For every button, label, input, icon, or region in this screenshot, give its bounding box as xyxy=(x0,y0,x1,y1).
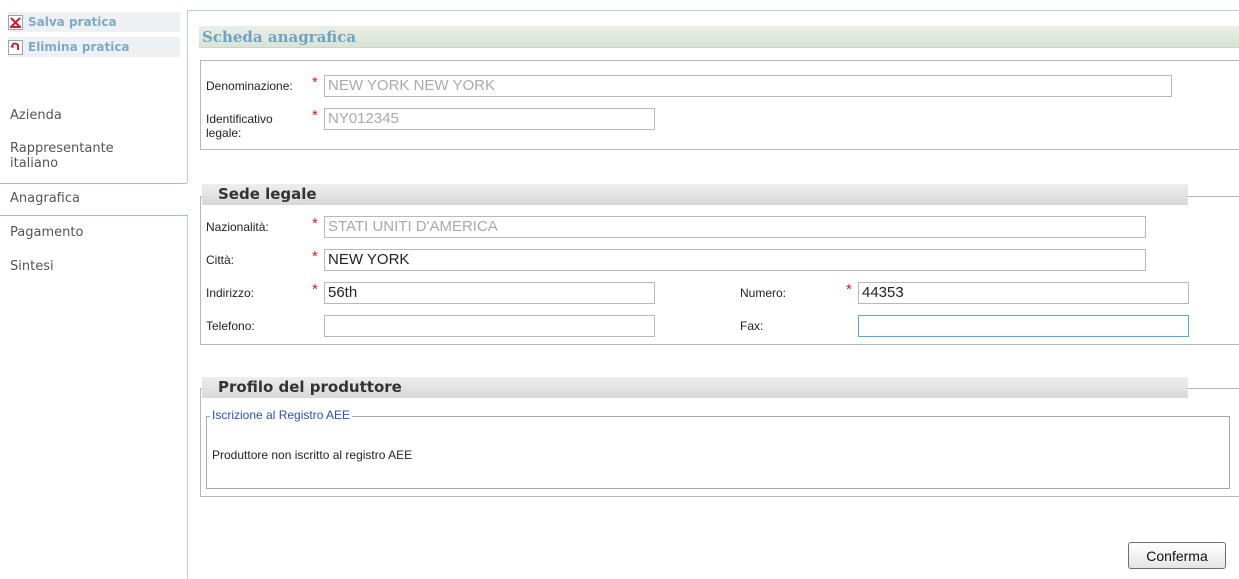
save-practice-label: Salva pratica xyxy=(28,15,117,29)
confirm-button[interactable]: Conferma xyxy=(1128,542,1226,569)
delete-practice-button[interactable]: Elimina pratica xyxy=(8,37,180,57)
registro-status-text: Produttore non iscritto al registro AEE xyxy=(212,448,413,462)
delete-practice-label: Elimina pratica xyxy=(28,40,130,54)
panel-top-border xyxy=(188,10,1239,11)
nazionalita-label: Nazionalità: xyxy=(206,220,269,234)
save-icon xyxy=(8,14,23,30)
page-title: Scheda anagrafica xyxy=(202,28,357,46)
denominazione-field[interactable]: NEW YORK NEW YORK xyxy=(324,75,1172,97)
identificativo-field[interactable]: NY012345 xyxy=(324,108,655,130)
sidebar-item-rappresentante[interactable]: Rappresentante italiano xyxy=(10,141,160,171)
sidebar-item-anagrafica[interactable]: Anagrafica xyxy=(10,191,80,206)
profilo-title: Profilo del produttore xyxy=(202,377,1188,398)
citta-label: Città: xyxy=(206,253,235,267)
required-mark: * xyxy=(312,281,318,298)
required-mark: * xyxy=(312,107,318,124)
fax-label: Fax: xyxy=(740,319,764,333)
sidebar-divider xyxy=(187,10,188,183)
sede-legale-title: Sede legale xyxy=(202,184,1188,205)
citta-field[interactable]: NEW YORK xyxy=(324,249,1146,271)
denominazione-label: Denominazione: xyxy=(206,79,293,93)
indirizzo-field[interactable]: 56th xyxy=(324,282,655,304)
save-practice-button[interactable]: Salva pratica xyxy=(8,12,180,32)
sidebar-item-pagamento[interactable]: Pagamento xyxy=(10,225,83,240)
required-mark: * xyxy=(312,215,318,232)
sidebar-divider-lower xyxy=(187,214,188,579)
required-mark: * xyxy=(312,74,318,91)
anagrafica-box xyxy=(200,60,1239,150)
indirizzo-label: Indirizzo: xyxy=(206,286,255,300)
required-mark: * xyxy=(846,281,852,298)
numero-label: Numero: xyxy=(740,286,787,300)
numero-field[interactable]: 44353 xyxy=(858,282,1189,304)
telefono-label: Telefono: xyxy=(206,319,255,333)
sidebar-item-sintesi[interactable]: Sintesi xyxy=(10,259,54,274)
sidebar-item-azienda[interactable]: Azienda xyxy=(10,108,62,123)
telefono-field[interactable] xyxy=(324,315,655,337)
fax-field[interactable] xyxy=(858,315,1189,337)
nazionalita-field[interactable]: STATI UNITI D'AMERICA xyxy=(324,216,1146,238)
delete-icon xyxy=(8,39,23,55)
registro-legend: Iscrizione al Registro AEE xyxy=(210,408,353,422)
identificativo-label: Identificativo legale: xyxy=(206,112,273,140)
required-mark: * xyxy=(312,248,318,265)
